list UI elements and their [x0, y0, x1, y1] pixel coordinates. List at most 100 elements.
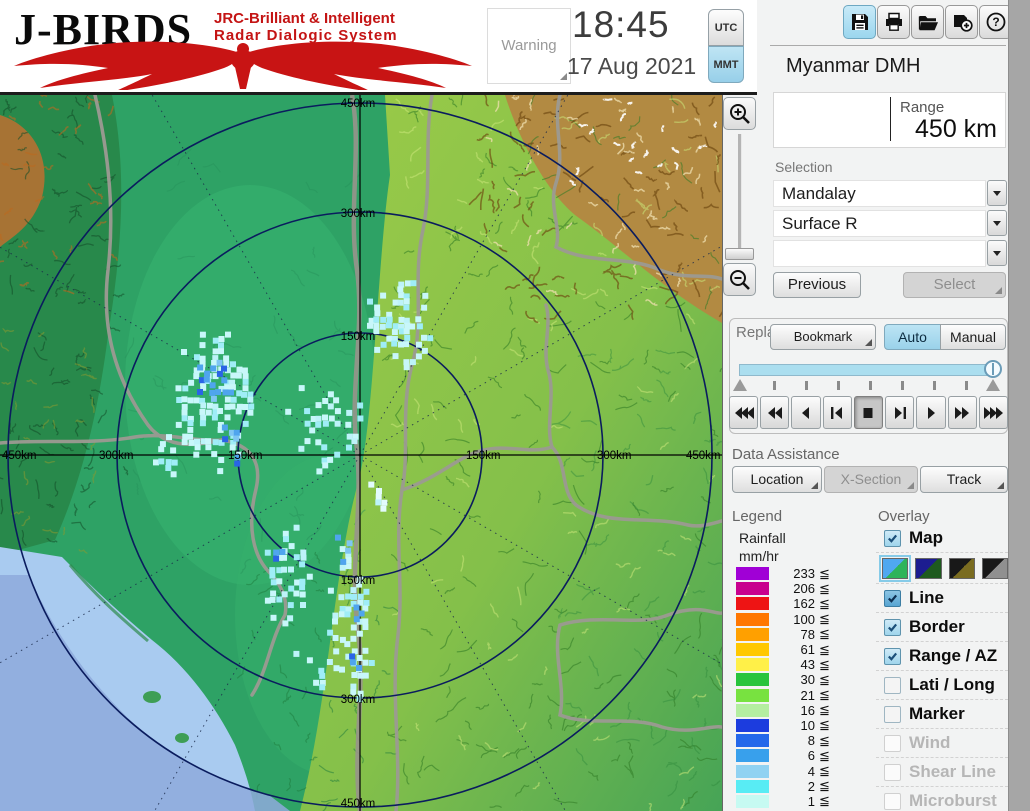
legend-color-swatch: [736, 627, 769, 641]
overlay-item-lati-long[interactable]: Lati / Long: [876, 670, 1008, 699]
overlay-item-range-az[interactable]: Range / AZ: [876, 641, 1008, 670]
leq-symbol: ≦: [819, 641, 830, 657]
checkbox[interactable]: [884, 647, 901, 665]
map-style-swatch[interactable]: [948, 557, 975, 579]
clock-time: 18:45: [572, 4, 670, 45]
step-back-button[interactable]: [822, 396, 852, 429]
slider-tick: [869, 381, 872, 390]
legend-title: Rainfall: [739, 530, 786, 546]
select-button[interactable]: Select: [903, 272, 1006, 298]
x-section-button[interactable]: X-Section: [824, 466, 918, 493]
clock-date: 17 Aug 2021: [567, 53, 697, 79]
fast-rewind-button[interactable]: [729, 396, 759, 429]
stop-button[interactable]: [853, 396, 884, 429]
overlay-item-label: Line: [909, 588, 944, 607]
legend-row: 8 ≦: [736, 733, 856, 748]
map-style-swatch[interactable]: [981, 557, 1008, 579]
print-button[interactable]: [877, 5, 910, 39]
reverse-play-button[interactable]: [791, 396, 821, 429]
overlay-item-line[interactable]: Line: [876, 583, 1008, 612]
checkbox[interactable]: [884, 618, 901, 636]
overlay-item-map[interactable]: Map: [876, 524, 1008, 552]
checkbox[interactable]: [884, 705, 901, 723]
select-button-label: Select: [933, 276, 976, 293]
svg-text:450km: 450km: [686, 450, 721, 462]
dropdown-button[interactable]: [987, 210, 1007, 236]
selection-field-site[interactable]: Mandalay: [773, 180, 986, 207]
svg-text:150km: 150km: [228, 450, 263, 462]
warning-dropdown[interactable]: Warning: [487, 8, 571, 84]
utc-button[interactable]: UTC: [708, 9, 744, 46]
zoom-slider-track[interactable]: [738, 134, 742, 258]
legend-value: 1: [807, 793, 815, 809]
overlay-item-marker[interactable]: Marker: [876, 699, 1008, 728]
legend-row: 21 ≦: [736, 687, 856, 703]
overlay-label: Overlay: [878, 508, 930, 525]
map-style-swatch[interactable]: [878, 554, 912, 582]
svg-text:450km: 450km: [341, 798, 376, 810]
overlay-item-label: Map: [909, 528, 943, 547]
legend-value: 206: [793, 581, 815, 597]
checkbox[interactable]: [884, 529, 901, 547]
overlay-item-border[interactable]: Border: [876, 612, 1008, 641]
slider-start-marker[interactable]: [733, 379, 747, 391]
zoom-slider-handle[interactable]: [725, 248, 754, 260]
checkbox[interactable]: [884, 792, 901, 810]
range-box: Range 450 km: [773, 92, 1006, 148]
checkbox[interactable]: [884, 676, 901, 694]
previous-button[interactable]: Previous: [773, 272, 861, 298]
corner-expand-icon: [865, 339, 872, 346]
save-button[interactable]: [843, 5, 876, 39]
fast-forward-button[interactable]: [947, 396, 977, 429]
mmt-button[interactable]: MMT: [708, 46, 744, 83]
chevron-down-icon: [993, 220, 1001, 226]
divider: [770, 45, 1006, 46]
legend-units: mm/hr: [739, 548, 779, 564]
add-image-button[interactable]: [945, 5, 978, 39]
auto-button[interactable]: Auto: [884, 324, 941, 350]
slider-tick: [805, 381, 808, 390]
overlay-item-wind[interactable]: Wind: [876, 728, 1008, 757]
checkbox[interactable]: [884, 734, 901, 752]
location-button[interactable]: Location: [732, 466, 822, 493]
rewind-icon: [767, 406, 782, 419]
radar-map[interactable]: 450km 300km 150km 150km 300km 450km 450km 300km…: [0, 0, 1030, 811]
max-forward-button[interactable]: [978, 396, 1008, 429]
replay-slider-track[interactable]: [739, 364, 997, 376]
corner-expand-icon: [907, 482, 914, 489]
eagle-logo-icon: [14, 41, 472, 90]
dropdown-button[interactable]: [987, 180, 1007, 206]
playback-controls: [729, 396, 1008, 429]
checkbox[interactable]: [884, 763, 901, 781]
rewind-button[interactable]: [760, 396, 790, 429]
dropdown-button[interactable]: [987, 240, 1007, 266]
zoom-in-button[interactable]: [723, 97, 756, 130]
legend-row: 162 ≦: [736, 596, 856, 611]
step-forward-button[interactable]: [885, 396, 915, 429]
check-icon: [888, 594, 898, 603]
svg-text:450km: 450km: [2, 450, 37, 462]
leq-symbol: ≦: [819, 793, 830, 809]
play-button[interactable]: [916, 396, 946, 429]
selection-field-extra[interactable]: [773, 240, 986, 267]
slider-end-marker[interactable]: [986, 379, 1000, 391]
manual-button[interactable]: Manual: [940, 324, 1006, 350]
overlay-item-shear-line[interactable]: Shear Line: [876, 757, 1008, 786]
selection-field-product[interactable]: Surface R: [773, 210, 986, 237]
legend-color-swatch: [736, 718, 769, 732]
zoom-out-button[interactable]: [723, 263, 756, 296]
leq-symbol: ≦: [819, 626, 830, 642]
replay-slider-handle[interactable]: [984, 360, 1002, 378]
overlay-item-label: Border: [909, 617, 965, 636]
zoom-out-icon: [729, 269, 750, 290]
legend-row: 206 ≦: [736, 581, 856, 596]
fast-forward-icon: [955, 406, 970, 419]
map-style-swatch[interactable]: [915, 557, 942, 579]
check-icon: [888, 534, 898, 543]
open-folder-button[interactable]: [911, 5, 944, 39]
overlay-item-microburst[interactable]: Microburst: [876, 786, 1008, 811]
checkbox[interactable]: [884, 589, 901, 607]
track-button[interactable]: Track: [920, 466, 1008, 493]
leq-symbol: ≦: [819, 732, 830, 748]
bookmark-button[interactable]: Bookmark: [770, 324, 876, 350]
